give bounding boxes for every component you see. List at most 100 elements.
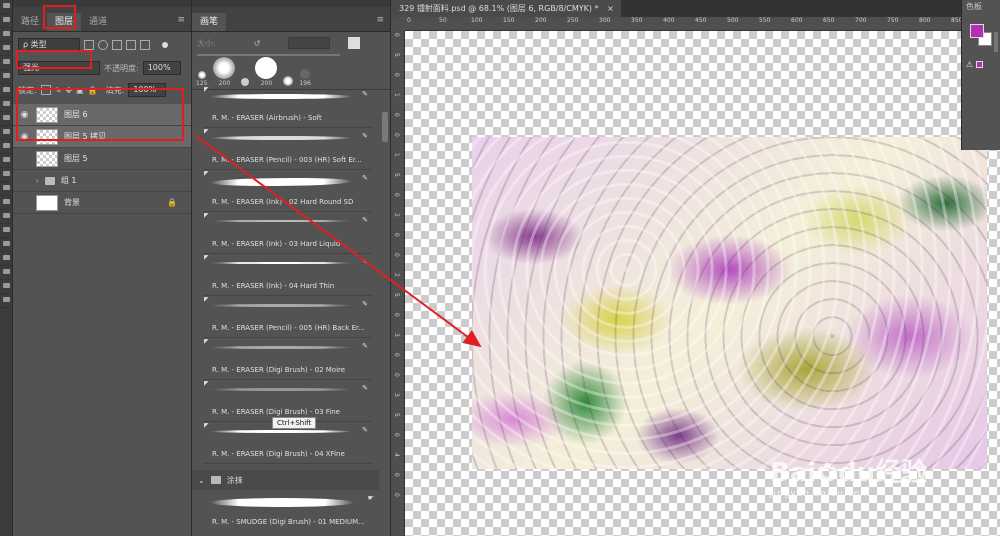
pen-tool-icon[interactable] [0,199,13,210]
folder-icon [210,476,221,484]
brush-tip[interactable]: 125 [196,71,207,87]
foreground-color-swatch[interactable] [970,24,984,38]
brush-item[interactable]: ◤ ✎ R. M. - ERASER (Ink) - 04 Hard Thin [204,254,372,296]
brush-group-row[interactable]: ⌄ 涂抹 [192,470,379,490]
gradient-tool-icon[interactable] [0,157,13,168]
eraser-icon: ✎ [362,216,368,224]
filter-toggle-icon[interactable] [162,42,168,48]
layers-panel: 路径 图层 通道 ≡ ρ 类型 强光 不透明度: 100% 锁定: ✎ ✥ ▣ … [13,0,192,536]
heal-tool-icon[interactable] [0,87,13,98]
move-tool-icon[interactable] [0,3,13,14]
baidu-watermark: Bai✿du经验 jingyan.baidu.com [770,458,928,499]
size-label: 大小: [197,38,216,48]
highlight-selected-layers [16,88,184,141]
history-brush-tool-icon[interactable] [0,129,13,140]
ruler-tick: 0 [393,73,400,77]
highlight-layers-tab [43,5,76,29]
brush-item[interactable]: ◤ ✎ R. M. - ERASER (Pencil) - 003 (HR) Sof… [204,128,372,170]
close-icon[interactable]: × [607,4,614,13]
brush-panel: 画笔 ≡ 大小: ↺ 125 200 200 196 ◤ ✎ R. M. - ERA… [192,0,391,536]
pixel-filter-icon[interactable] [84,40,94,50]
blur-tool-icon[interactable] [0,171,13,182]
vertical-ruler[interactable]: 0 5 0 1 0 0 1 5 0 2 0 0 2 5 0 3 0 0 3 5 … [391,31,405,536]
path-select-tool-icon[interactable] [0,227,13,238]
stamp-tool-icon[interactable] [0,115,13,126]
panel-menu-icon[interactable]: ≡ [376,15,384,25]
horizontal-ruler[interactable]: 0 50 100 150 200 250 300 350 400 450 500… [405,17,961,31]
ruler-tick: 0 [393,253,400,257]
tooltip: Ctrl+Shift [272,417,317,429]
visibility-eye-icon[interactable]: ◉ [17,176,32,186]
brush-settings-icon[interactable] [348,37,361,49]
brush-tool-icon[interactable] [0,101,13,112]
adjust-filter-icon[interactable] [98,40,108,50]
expand-chevron-icon[interactable]: › [36,177,39,185]
zoom-tool-icon[interactable] [0,269,13,280]
reset-icon[interactable]: ↺ [254,39,261,48]
shape-tool-icon[interactable] [0,241,13,252]
tab-channels[interactable]: 通道 [81,13,115,31]
ruler-tick: 0 [393,373,400,377]
opacity-field[interactable]: 100% [142,61,181,75]
brush-item[interactable]: ◤ ✎ R. M. - ERASER (Pencil) - 005 (HR) Bac… [204,296,372,338]
tool-strip [0,0,13,536]
more-tools-icon[interactable] [0,283,13,294]
document-tab[interactable]: 329 镭射面料.psd @ 68.1% (图层 6, RGB/8/CMYK) … [391,0,621,17]
out-of-gamut-swatch[interactable] [976,61,983,68]
ruler-tick: 5 [393,173,400,177]
tab-brushes[interactable]: 画笔 [192,13,227,31]
eraser-tool-icon[interactable] [0,143,13,154]
panel-scrollbar[interactable] [994,32,998,52]
ruler-corner [391,17,405,31]
ruler-tick: 200 [535,17,547,24]
hand-tool-icon[interactable] [0,255,13,266]
ruler-tick: 100 [471,17,483,24]
ruler-tick: 1 [393,93,400,97]
color-swatches-icon[interactable] [0,297,13,308]
eyedropper-tool-icon[interactable] [0,73,13,84]
type-tool-icon[interactable] [0,213,13,224]
ruler-tick: 800 [919,17,931,24]
brush-group-name: 涂抹 [226,475,243,485]
ruler-tick: 0 [393,473,400,477]
layer-row[interactable]: ◉ 背景 🔒 [13,192,191,214]
ruler-tick: 1 [393,153,400,157]
panel-menu-icon[interactable]: ≡ [177,15,185,25]
brush-item[interactable]: ☛ R. M. - SMUDGE (Digi Brush) - 01 MEDIU… [204,490,374,536]
ruler-tick: 750 [887,17,899,24]
ruler-tick: 0 [407,17,411,24]
brush-item[interactable]: ◤ ✎ R. M. - ERASER (Airbrush) - Soft [204,86,372,128]
collapse-chevron-icon[interactable]: ⌄ [198,476,205,485]
ruler-tick: 5 [393,413,400,417]
visibility-eye-icon[interactable]: ◉ [17,154,32,164]
smudge-icon: ☛ [367,494,374,502]
ruler-tick: 0 [393,133,400,137]
wand-tool-icon[interactable] [0,45,13,56]
brush-tip[interactable]: 196 [299,69,311,87]
smart-filter-icon[interactable] [140,40,150,50]
shape-filter-icon[interactable] [126,40,136,50]
layer-name: 图层 5 [64,154,88,163]
ruler-tick: 0 [393,33,400,37]
layer-row[interactable]: ◉ 图层 5 [13,148,191,170]
eraser-icon: ✎ [362,384,368,392]
brush-list-scrollbar[interactable] [382,112,388,142]
type-filter-icon[interactable] [112,40,122,50]
brush-item[interactable]: ◤ ✎ R. M. - ERASER (Ink) - 03 Hard Liquid [204,212,372,254]
brush-item[interactable]: ◤ ✎ R. M. - ERASER (Digi Brush) - 02 Moire [204,338,372,380]
dodge-tool-icon[interactable] [0,185,13,196]
marquee-tool-icon[interactable] [0,17,13,28]
brush-item[interactable]: ◤ ✎ R. M. - ERASER (Ink) - 02 Hard Round S… [204,170,372,212]
layer-group-row[interactable]: ◉ › 组 1 [13,170,191,192]
crop-tool-icon[interactable] [0,59,13,70]
brush-item[interactable]: ◤ ✎ R. M. - ERASER (Digi Brush) - 03 Fine [204,380,372,422]
brush-tip[interactable]: 200 [255,57,278,87]
laser-fabric-artwork[interactable] [472,137,987,469]
visibility-eye-icon[interactable]: ◉ [17,198,32,208]
size-field[interactable] [288,37,331,49]
lasso-tool-icon[interactable] [0,31,13,42]
brush-tip[interactable]: 200 [213,57,236,87]
ruler-tick: 0 [393,113,400,117]
ruler-tick: 50 [439,17,447,24]
tab-paths[interactable]: 路径 [13,13,47,31]
